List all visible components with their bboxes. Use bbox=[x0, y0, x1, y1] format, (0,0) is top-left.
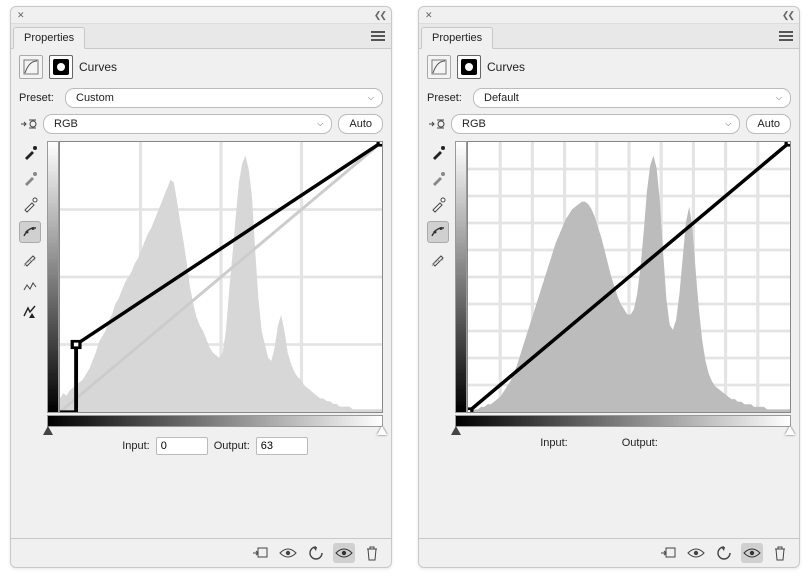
black-point-eyedropper-icon[interactable] bbox=[20, 143, 40, 163]
adjustment-type-icon[interactable] bbox=[427, 55, 451, 79]
black-point-slider[interactable] bbox=[451, 426, 461, 436]
layer-mask-icon[interactable] bbox=[457, 55, 481, 79]
chevron-down-icon: ⌵ bbox=[776, 93, 782, 103]
gray-point-eyedropper-icon[interactable] bbox=[20, 169, 40, 189]
panel-menu-icon[interactable] bbox=[371, 29, 385, 43]
targeted-adjustment-icon[interactable] bbox=[19, 114, 39, 134]
reset-icon[interactable] bbox=[741, 543, 763, 563]
output-field[interactable] bbox=[256, 437, 308, 455]
close-icon[interactable]: ✕ bbox=[17, 10, 25, 21]
layer-mask-icon[interactable] bbox=[49, 55, 73, 79]
adjustment-title: Curves bbox=[487, 60, 525, 74]
smooth-curve-icon[interactable] bbox=[20, 275, 40, 295]
curves-graph[interactable] bbox=[467, 141, 791, 413]
draw-curve-pencil-icon[interactable] bbox=[20, 249, 40, 269]
curves-graph[interactable] bbox=[59, 141, 383, 413]
preset-select[interactable]: Custom ⌵ bbox=[65, 88, 383, 108]
input-field[interactable] bbox=[156, 437, 208, 455]
preset-value: Default bbox=[484, 92, 519, 104]
input-gradient-ramp[interactable] bbox=[47, 415, 383, 427]
auto-button[interactable]: Auto bbox=[746, 114, 791, 134]
output-label: Output: bbox=[214, 440, 250, 452]
black-point-slider[interactable] bbox=[43, 426, 53, 436]
preset-label: Preset: bbox=[427, 92, 467, 104]
previous-state-icon[interactable] bbox=[713, 543, 735, 563]
white-point-eyedropper-icon[interactable] bbox=[20, 195, 40, 215]
preset-label: Preset: bbox=[19, 92, 59, 104]
auto-button[interactable]: Auto bbox=[338, 114, 383, 134]
toggle-visibility-icon[interactable] bbox=[277, 543, 299, 563]
white-point-eyedropper-icon[interactable] bbox=[428, 195, 448, 215]
curve-point-tool-icon[interactable] bbox=[19, 221, 41, 243]
toggle-visibility-icon[interactable] bbox=[685, 543, 707, 563]
delete-icon[interactable] bbox=[769, 543, 791, 563]
output-gradient-ramp bbox=[455, 141, 467, 413]
black-point-eyedropper-icon[interactable] bbox=[428, 143, 448, 163]
chevron-down-icon: ⌵ bbox=[725, 119, 731, 129]
input-label: Input: bbox=[540, 437, 568, 449]
channel-value: RGB bbox=[54, 118, 78, 130]
preset-select[interactable]: Default ⌵ bbox=[473, 88, 791, 108]
input-label: Input: bbox=[122, 440, 150, 452]
channel-select[interactable]: RGB ⌵ bbox=[43, 114, 332, 134]
clip-warning-icon[interactable] bbox=[20, 301, 40, 321]
tab-properties[interactable]: Properties bbox=[421, 27, 493, 49]
collapse-icon[interactable]: ❮❮ bbox=[374, 10, 385, 21]
output-label: Output: bbox=[622, 437, 658, 449]
curve-point-tool-icon[interactable] bbox=[427, 221, 449, 243]
tab-properties[interactable]: Properties bbox=[13, 27, 85, 49]
input-gradient-ramp[interactable] bbox=[455, 415, 791, 427]
delete-icon[interactable] bbox=[361, 543, 383, 563]
gray-point-eyedropper-icon[interactable] bbox=[428, 169, 448, 189]
clip-to-layer-icon[interactable] bbox=[657, 543, 679, 563]
white-point-slider[interactable] bbox=[785, 426, 795, 436]
draw-curve-pencil-icon[interactable] bbox=[428, 249, 448, 269]
panel-menu-icon[interactable] bbox=[779, 29, 793, 43]
white-point-slider[interactable] bbox=[377, 426, 387, 436]
preset-value: Custom bbox=[76, 92, 114, 104]
previous-state-icon[interactable] bbox=[305, 543, 327, 563]
collapse-icon[interactable]: ❮❮ bbox=[782, 10, 793, 21]
output-gradient-ramp bbox=[47, 141, 59, 413]
chevron-down-icon: ⌵ bbox=[317, 119, 323, 129]
targeted-adjustment-icon[interactable] bbox=[427, 114, 447, 134]
chevron-down-icon: ⌵ bbox=[368, 93, 374, 103]
channel-select[interactable]: RGB ⌵ bbox=[451, 114, 740, 134]
adjustment-type-icon[interactable] bbox=[19, 55, 43, 79]
close-icon[interactable]: ✕ bbox=[425, 10, 433, 21]
channel-value: RGB bbox=[462, 118, 486, 130]
reset-icon[interactable] bbox=[333, 543, 355, 563]
clip-to-layer-icon[interactable] bbox=[249, 543, 271, 563]
adjustment-title: Curves bbox=[79, 60, 117, 74]
